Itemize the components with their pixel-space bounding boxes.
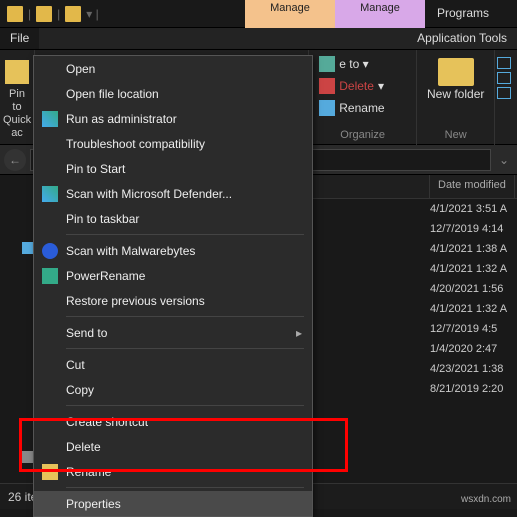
delete-icon	[319, 78, 335, 94]
context-menu: OpenOpen file locationRun as administrat…	[33, 55, 313, 517]
ribbon-group-label: Organize	[309, 127, 416, 143]
menu-item-properties[interactable]: Properties	[34, 491, 312, 516]
menu-item-scan-with-malwarebytes[interactable]: Scan with Malwarebytes	[34, 238, 312, 263]
folder-icon	[438, 58, 474, 86]
new-folder-button[interactable]: New folder	[417, 50, 494, 106]
menu-item-troubleshoot-compatibility[interactable]: Troubleshoot compatibility	[34, 131, 312, 156]
shield-icon	[42, 111, 58, 127]
menu-item-pin-to-start[interactable]: Pin to Start	[34, 156, 312, 181]
ren2-icon	[42, 464, 58, 480]
select-icon[interactable]	[497, 87, 511, 99]
menu-item-rename[interactable]: Rename	[34, 459, 312, 484]
tab-file[interactable]: File	[0, 28, 39, 49]
quick-access-icon[interactable]	[65, 6, 81, 22]
shield-icon	[42, 186, 58, 202]
watermark: wsxdn.com	[461, 494, 511, 505]
dropdown-arrow-icon[interactable]: ⌄	[495, 153, 513, 167]
menu-item-open[interactable]: Open	[34, 56, 312, 81]
move-to-button[interactable]: e to ▾	[313, 54, 374, 74]
pr-icon	[42, 268, 58, 284]
back-button[interactable]: ←	[4, 149, 26, 171]
menu-item-copy[interactable]: Copy	[34, 377, 312, 402]
contextual-tab-manage[interactable]: Manage	[245, 0, 335, 28]
move-icon	[319, 56, 335, 72]
rename-icon	[319, 100, 335, 116]
column-date[interactable]: Date modified	[430, 175, 515, 198]
menu-item-delete[interactable]: Delete	[34, 434, 312, 459]
menu-item-pin-to-taskbar[interactable]: Pin to taskbar	[34, 206, 312, 231]
title-bar: | | ▾ | Manage Manage Programs	[0, 0, 517, 28]
menu-item-open-file-location[interactable]: Open file location	[34, 81, 312, 106]
menu-item-scan-with-microsoft-defender-[interactable]: Scan with Microsoft Defender...	[34, 181, 312, 206]
menu-item-cut[interactable]: Cut	[34, 352, 312, 377]
select-icon[interactable]	[497, 57, 511, 69]
window-title: Programs	[425, 0, 497, 28]
ribbon-group-label: New	[417, 127, 494, 143]
menu-item-powerrename[interactable]: PowerRename	[34, 263, 312, 288]
rename-button[interactable]: Rename	[313, 98, 390, 118]
contextual-tab-manage[interactable]: Manage	[335, 0, 425, 28]
pin-to-quick-access-button[interactable]: Pin to Quick ac	[0, 50, 34, 146]
menu-item-create-shortcut[interactable]: Create shortcut	[34, 409, 312, 434]
quick-access-icon[interactable]	[7, 6, 23, 22]
quick-access-icon[interactable]	[36, 6, 52, 22]
menu-item-send-to[interactable]: Send to▸	[34, 320, 312, 345]
tab-application-tools[interactable]: Application Tools	[407, 28, 517, 49]
select-icon[interactable]	[497, 72, 511, 84]
submenu-arrow-icon: ▸	[296, 326, 302, 340]
ribbon-tabs: File Application Tools	[0, 28, 517, 50]
delete-button[interactable]: Delete ▾	[313, 76, 390, 96]
menu-item-run-as-administrator[interactable]: Run as administrator	[34, 106, 312, 131]
menu-item-restore-previous-versions[interactable]: Restore previous versions	[34, 288, 312, 313]
mwb-icon	[42, 243, 58, 259]
